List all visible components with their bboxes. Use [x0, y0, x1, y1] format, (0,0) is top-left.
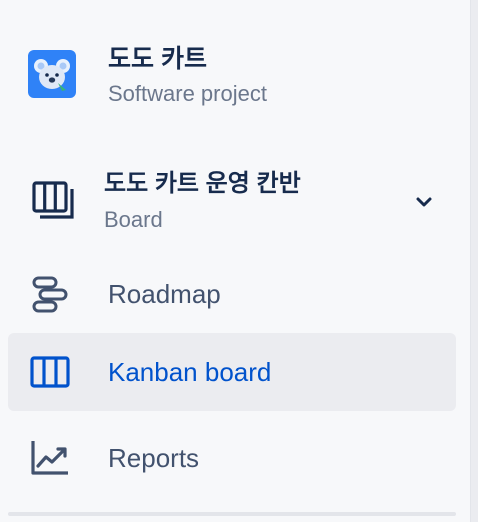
sidebar-divider: [8, 512, 456, 516]
koala-icon: [28, 50, 76, 98]
project-type: Software project: [108, 81, 267, 106]
board-name: 도도 카트 운영 칸반: [104, 170, 301, 197]
nav-item-reports[interactable]: Reports: [8, 419, 456, 497]
chevron-down-icon[interactable]: [413, 191, 435, 213]
roadmap-icon: [30, 274, 70, 314]
board-switcher[interactable]: 도도 카트 운영 칸반 Board: [28, 167, 448, 239]
project-name: 도도 카트: [108, 45, 207, 73]
nav-label-roadmap: Roadmap: [108, 279, 221, 309]
nav-label-reports: Reports: [108, 443, 200, 473]
board-icon: [32, 181, 76, 221]
board-type: Board: [104, 207, 163, 232]
reports-chart-icon: [30, 438, 70, 478]
kanban-columns-icon: [30, 352, 70, 392]
nav-item-roadmap[interactable]: Roadmap: [8, 255, 456, 333]
sidebar-resize-handle[interactable]: [470, 0, 478, 522]
project-header[interactable]: 도도 카트 Software project: [28, 44, 448, 114]
nav-item-kanban-board[interactable]: Kanban board: [8, 333, 456, 411]
nav-label-kanban-board: Kanban board: [108, 357, 272, 387]
project-sidebar: 도도 카트 Software project 도도 카트 운영 칸반 Board: [0, 0, 470, 522]
